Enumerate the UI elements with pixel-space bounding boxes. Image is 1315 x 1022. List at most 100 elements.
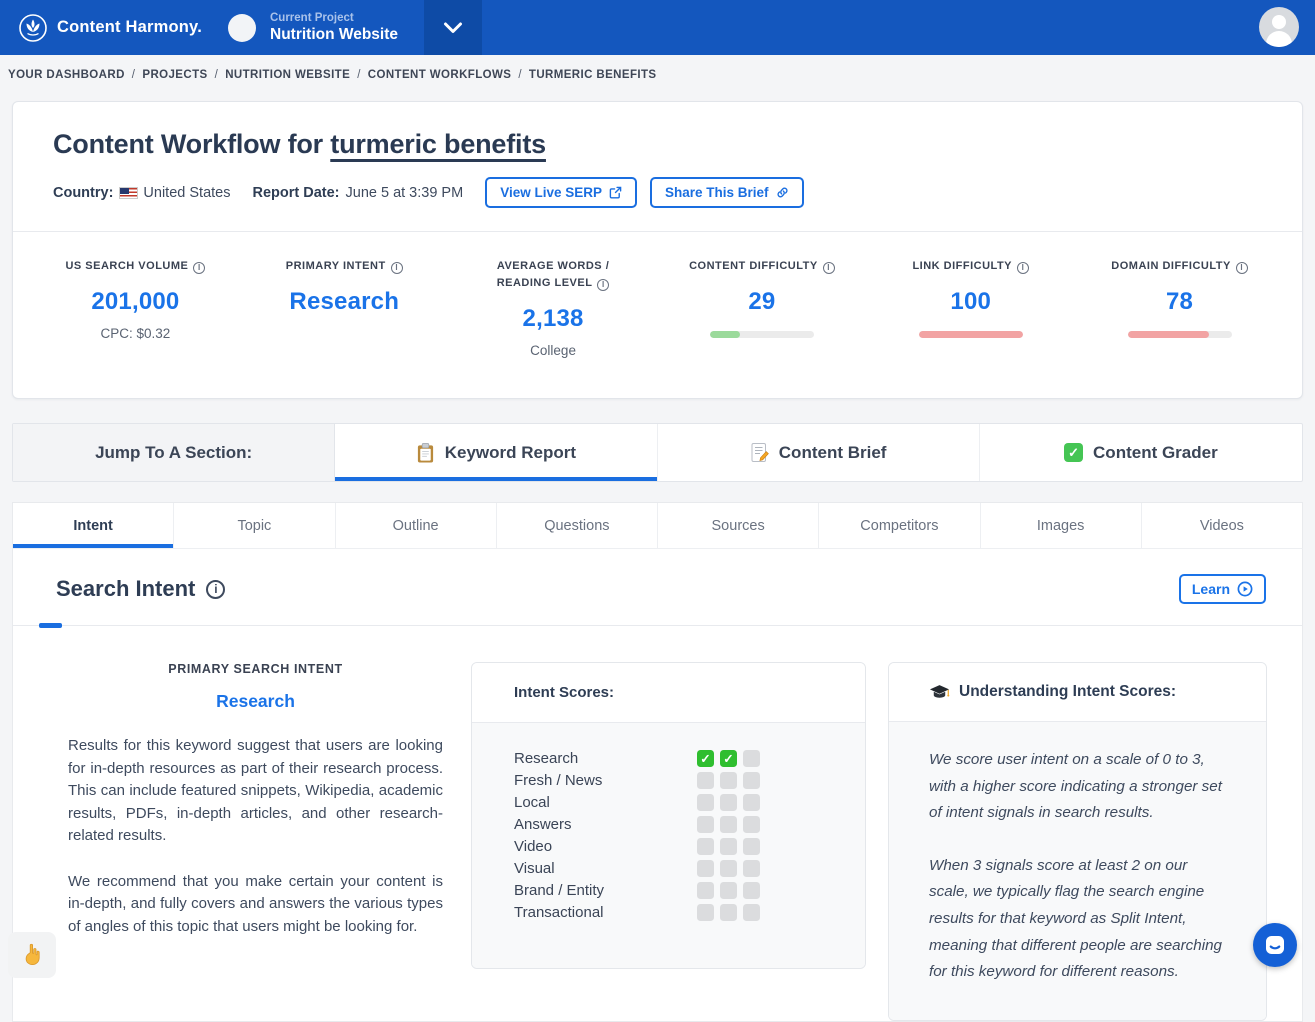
stat-progress-fill <box>710 331 740 338</box>
intent-description-paragraph: We recommend that you make certain your … <box>68 871 443 939</box>
intent-score-label: Fresh / News <box>514 772 697 789</box>
chat-launcher[interactable] <box>1253 923 1297 967</box>
section-divider <box>13 625 1302 626</box>
breadcrumb-item[interactable]: PROJECTS <box>142 69 207 81</box>
intent-score-row: Local <box>514 794 823 811</box>
stats-row: US SEARCH VOLUMEi201,000CPC: $0.32PRIMAR… <box>13 231 1302 398</box>
breadcrumb-item[interactable]: TURMERIC BENEFITS <box>529 69 657 81</box>
stat-domain-difficulty: DOMAIN DIFFICULTYi 78 <box>1075 258 1284 358</box>
divider-accent <box>39 623 62 628</box>
jump-content-brief-label: Content Brief <box>779 443 887 463</box>
tab-topic[interactable]: Topic <box>174 503 335 548</box>
stat-progress-fill <box>1128 331 1209 338</box>
stat-average-words-reading-level: AVERAGE WORDS / READING LEVELi2,138Colle… <box>449 258 658 358</box>
intent-scores-card: Intent Scores: Research✓✓Fresh / NewsLoc… <box>471 662 866 969</box>
tab-videos[interactable]: Videos <box>1142 503 1302 548</box>
green-check-icon: ✓ <box>1064 443 1083 462</box>
intent-score-label: Visual <box>514 860 697 877</box>
user-avatar[interactable] <box>1259 7 1299 47</box>
primary-search-intent-value: Research <box>68 691 443 712</box>
play-circle-icon <box>1237 581 1253 597</box>
empty-score-box <box>720 794 737 811</box>
intent-score-row: Visual <box>514 860 823 877</box>
country-meta: Country: United States <box>53 185 230 201</box>
tab-competitors[interactable]: Competitors <box>819 503 980 548</box>
share-this-brief-button[interactable]: Share This Brief <box>650 177 804 208</box>
breadcrumb-separator: / <box>357 69 361 81</box>
info-icon[interactable]: i <box>193 262 205 274</box>
empty-score-box <box>720 816 737 833</box>
info-icon[interactable]: i <box>206 580 225 599</box>
intent-score-boxes: ✓✓ <box>697 750 760 767</box>
report-date-value: June 5 at 3:39 PM <box>346 185 464 201</box>
stat-value: Research <box>240 288 449 316</box>
stat-label: DOMAIN DIFFICULTYi <box>1105 258 1255 275</box>
content-harmony-logo[interactable]: Content Harmony. <box>18 13 202 43</box>
us-flag-icon <box>119 187 138 199</box>
empty-score-box <box>697 772 714 789</box>
external-link-icon <box>609 186 622 199</box>
stat-value: 78 <box>1075 288 1284 316</box>
stat-progress-bar <box>710 331 814 338</box>
primary-intent-column: PRIMARY SEARCH INTENT Research Results f… <box>68 662 443 961</box>
intent-score-boxes <box>697 838 760 855</box>
info-icon[interactable]: i <box>391 262 403 274</box>
understanding-title: Understanding Intent Scores: <box>959 683 1176 701</box>
intent-score-row: Research✓✓ <box>514 750 823 767</box>
empty-score-box <box>720 882 737 899</box>
section-header: Search Intent i Learn <box>13 549 1302 625</box>
tab-sources[interactable]: Sources <box>658 503 819 548</box>
empty-score-box <box>697 816 714 833</box>
tab-images[interactable]: Images <box>981 503 1142 548</box>
stat-primary-intent: PRIMARY INTENTi Research <box>240 258 449 358</box>
breadcrumb-item[interactable]: NUTRITION WEBSITE <box>225 69 350 81</box>
lotus-logo-icon <box>18 13 48 43</box>
jump-content-grader[interactable]: ✓Content Grader <box>980 424 1302 481</box>
intent-score-boxes <box>697 860 760 877</box>
jump-to-section-row: Jump To A Section:Keyword ReportContent … <box>12 423 1303 482</box>
breadcrumb-item[interactable]: YOUR DASHBOARD <box>8 69 125 81</box>
tab-outline[interactable]: Outline <box>336 503 497 548</box>
stat-link-difficulty: LINK DIFFICULTYi100 <box>866 258 1075 358</box>
stat-label: CONTENT DIFFICULTYi <box>687 258 837 275</box>
info-icon[interactable]: i <box>823 262 835 274</box>
breadcrumb-item[interactable]: CONTENT WORKFLOWS <box>368 69 512 81</box>
project-labels: Current Project Nutrition Website <box>270 11 398 45</box>
intent-score-label: Brand / Entity <box>514 882 697 899</box>
jump-keyword-report[interactable]: Keyword Report <box>335 424 657 481</box>
primary-search-intent-label: PRIMARY SEARCH INTENT <box>68 662 443 676</box>
stat-label: AVERAGE WORDS / READING LEVELi <box>478 258 628 292</box>
learn-button[interactable]: Learn <box>1179 574 1266 604</box>
empty-score-box <box>720 838 737 855</box>
project-dropdown-button[interactable] <box>424 0 482 55</box>
feedback-widget[interactable] <box>8 932 56 978</box>
view-live-serp-button[interactable]: View Live SERP <box>485 177 637 208</box>
stat-content-difficulty: CONTENT DIFFICULTYi 29 <box>657 258 866 358</box>
empty-score-box <box>697 882 714 899</box>
intent-score-label: Answers <box>514 816 697 833</box>
empty-score-box <box>743 838 760 855</box>
info-icon[interactable]: i <box>1236 262 1248 274</box>
search-intent-section: Search Intent i Learn PRIMARY SEARCH INT… <box>12 548 1303 1022</box>
tab-questions[interactable]: Questions <box>497 503 658 548</box>
stat-label: PRIMARY INTENTi <box>269 258 419 275</box>
country-value: United States <box>143 185 230 201</box>
stat-value: 100 <box>866 288 1075 316</box>
breadcrumb-separator: / <box>215 69 219 81</box>
empty-score-box <box>720 772 737 789</box>
jump-content-brief[interactable]: Content Brief <box>658 424 980 481</box>
page-title: Content Workflow for turmeric benefits <box>53 129 1262 160</box>
stat-value: 29 <box>657 288 866 316</box>
info-icon[interactable]: i <box>1017 262 1029 274</box>
empty-score-box <box>697 904 714 921</box>
pointing-up-finger-icon <box>20 942 44 968</box>
memo-icon <box>750 442 769 463</box>
tab-intent[interactable]: Intent <box>13 503 174 548</box>
info-icon[interactable]: i <box>597 279 609 291</box>
intent-score-boxes <box>697 904 760 921</box>
workflow-header: Content Workflow for turmeric benefits C… <box>13 102 1302 231</box>
stat-progress-bar <box>1128 331 1232 338</box>
empty-score-box <box>697 794 714 811</box>
intent-score-label: Video <box>514 838 697 855</box>
intent-score-boxes <box>697 882 760 899</box>
